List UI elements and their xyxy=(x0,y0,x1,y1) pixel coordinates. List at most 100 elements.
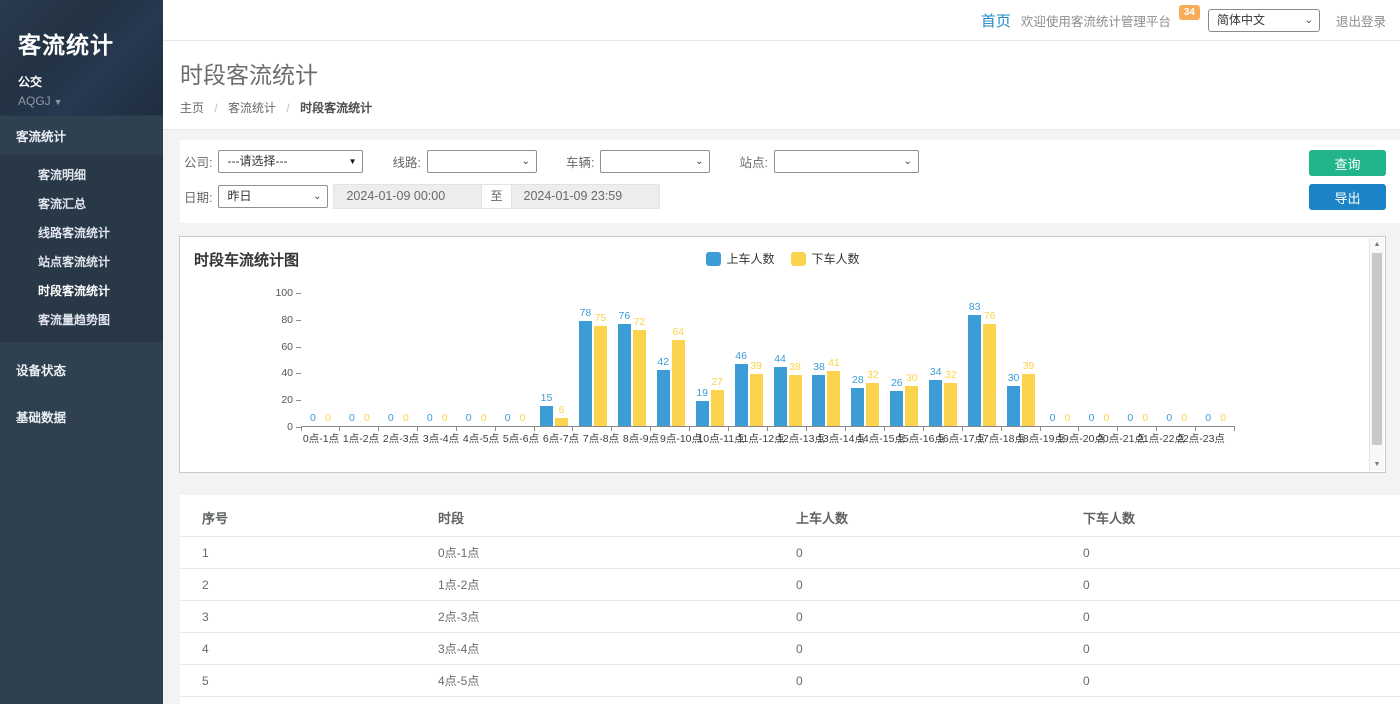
sidebar-item-passenger-detail[interactable]: 客流明细 xyxy=(0,160,163,189)
bar-boarding xyxy=(812,375,825,426)
breadcrumb: 主页 / 客流统计 / 时段客流统计 xyxy=(180,99,1400,116)
date-preset-value: 昨日 xyxy=(227,189,251,203)
x-axis-label: 9点-10点 xyxy=(661,431,701,445)
bar-boarding xyxy=(890,391,903,426)
sidebar-item-passenger-summary[interactable]: 客流汇总 xyxy=(0,189,163,218)
sidebar-nav: 客流统计客流明细客流汇总线路客流统计站点客流统计时段客流统计客流量趋势图设备状态… xyxy=(0,115,163,436)
table-cell: 2 xyxy=(180,569,438,601)
x-axis-label-text: 3点-4点 xyxy=(423,431,459,446)
legend-label-alighting: 下车人数 xyxy=(812,250,860,267)
sidebar-item-station-passenger-stats[interactable]: 站点客流统计 xyxy=(0,247,163,276)
export-button[interactable]: 导出 xyxy=(1309,184,1386,210)
bar-value-label: 76 xyxy=(976,310,1004,322)
date-to-label: 至 xyxy=(481,184,511,209)
logout-link[interactable]: 退出登录 xyxy=(1336,11,1386,30)
company-select[interactable]: ---请选择--- ▼ xyxy=(218,150,363,173)
x-axis-label: 5点-6点 xyxy=(501,431,541,445)
legend-item-alighting[interactable]: 下车人数 xyxy=(791,250,860,267)
bar-value-label: 27 xyxy=(703,376,731,388)
bar-alighting xyxy=(866,383,879,426)
vehicle-label: 车辆: xyxy=(566,152,594,171)
bar-value-label: 41 xyxy=(820,357,848,369)
bar-alighting xyxy=(905,386,918,426)
bar-boarding xyxy=(851,388,864,426)
query-button[interactable]: 查询 xyxy=(1309,150,1386,176)
language-select[interactable]: 简体中文 ⌄ xyxy=(1208,9,1320,32)
station-select[interactable]: ⌄ xyxy=(774,150,919,173)
sidebar-item-base-data[interactable]: 基础数据 xyxy=(0,397,163,436)
scroll-up-icon[interactable]: ▲ xyxy=(1370,241,1384,248)
chart-bar-group: 2630 xyxy=(885,293,924,426)
chart-bar-group: 3432 xyxy=(924,293,963,426)
x-axis-label: 11点-12点 xyxy=(741,431,781,445)
table-cell: 0 xyxy=(796,601,1083,633)
table-cell: 0点-1点 xyxy=(438,537,796,569)
org-name: 公交 xyxy=(18,73,163,90)
sidebar-item-passenger-stats[interactable]: 客流统计 xyxy=(0,115,163,155)
breadcrumb-separator: / xyxy=(286,101,289,115)
sidebar-submenu-passenger-stats: 客流明细客流汇总线路客流统计站点客流统计时段客流统计客流量趋势图 xyxy=(0,155,163,342)
x-axis-label: 17点-18点 xyxy=(981,431,1021,445)
table-cell: 0 xyxy=(796,537,1083,569)
y-axis-label: 0 xyxy=(255,421,293,433)
bar-alighting xyxy=(827,371,840,426)
date-preset-select[interactable]: 昨日 ⌄ xyxy=(218,185,328,208)
x-axis-label: 8点-9点 xyxy=(621,431,661,445)
table-cell: 1 xyxy=(180,537,438,569)
table-row: 65点-6点00 xyxy=(180,697,1400,704)
period-stats-table: 序号 时段 上车人数 下车人数 10点-1点0021点-2点0032点-3点00… xyxy=(180,499,1400,704)
legend-item-boarding[interactable]: 上车人数 xyxy=(705,250,774,267)
bar-alighting xyxy=(750,374,763,426)
home-link[interactable]: 首页 xyxy=(981,10,1011,31)
x-axis-label: 10点-11点 xyxy=(701,431,741,445)
table-cell: 4点-5点 xyxy=(438,665,796,697)
vehicle-select[interactable]: ⌄ xyxy=(600,150,710,173)
x-axis-label-text: 7点-8点 xyxy=(583,431,619,446)
y-axis-label: 100 xyxy=(255,287,293,299)
bar-value-label: 32 xyxy=(937,369,965,381)
x-axis-label: 15点-16点 xyxy=(901,431,941,445)
x-axis-label: 23点-24点 xyxy=(1221,431,1261,445)
chart-bar-group: 3039 xyxy=(1002,293,1041,426)
sidebar-item-passenger-trend-chart[interactable]: 客流量趋势图 xyxy=(0,305,163,334)
x-axis-label: 16点-17点 xyxy=(941,431,981,445)
table-cell: 0 xyxy=(796,665,1083,697)
start-datetime-input[interactable]: 2024-01-09 00:00 xyxy=(333,184,482,209)
table-cell: 5点-6点 xyxy=(438,697,796,704)
line-select[interactable]: ⌄ xyxy=(427,150,537,173)
legend-swatch-alighting xyxy=(791,252,806,266)
scroll-down-icon[interactable]: ▼ xyxy=(1370,461,1384,468)
table-cell: 0 xyxy=(796,633,1083,665)
x-axis-label: 7点-8点 xyxy=(581,431,621,445)
user-menu[interactable]: AQGJ▼ xyxy=(18,94,163,108)
bar-alighting xyxy=(633,330,646,426)
table-cell: 0 xyxy=(1083,665,1400,697)
date-label: 日期: xyxy=(184,187,212,206)
x-axis-label: 12点-13点 xyxy=(781,431,821,445)
chart-bar-group: 1927 xyxy=(690,293,729,426)
breadcrumb-home[interactable]: 主页 xyxy=(180,101,204,115)
table-row: 10点-1点00 xyxy=(180,537,1400,569)
breadcrumb-separator: / xyxy=(214,101,217,115)
x-axis-label-text: 4点-5点 xyxy=(463,431,499,446)
x-axis-label-text: 2点-3点 xyxy=(383,431,419,446)
end-datetime-input[interactable]: 2024-01-09 23:59 xyxy=(511,184,660,209)
sidebar-item-period-passenger-stats[interactable]: 时段客流统计 xyxy=(0,276,163,305)
table-cell: 4 xyxy=(180,633,438,665)
x-axis-label-text: 9点-10点 xyxy=(660,431,702,446)
chart-bar-group: 00 xyxy=(457,293,496,426)
y-axis-label: 40 xyxy=(255,367,293,379)
x-axis-label-text: 5点-6点 xyxy=(503,431,539,446)
app-title: 客流统计 xyxy=(18,26,163,60)
bar-alighting xyxy=(944,383,957,426)
chart-scrollbar[interactable]: ▲ ▼ xyxy=(1369,238,1384,471)
sidebar: 客流统计 公交 AQGJ▼ 客流统计客流明细客流汇总线路客流统计站点客流统计时段… xyxy=(0,0,163,704)
page-heading: 时段客流统计 主页 / 客流统计 / 时段客流统计 xyxy=(163,41,1400,130)
bar-boarding xyxy=(929,380,942,426)
chart-legend: 上车人数 下车人数 xyxy=(705,250,859,267)
sidebar-item-line-passenger-stats[interactable]: 线路客流统计 xyxy=(0,218,163,247)
chevron-down-icon: ⌄ xyxy=(1305,10,1313,31)
breadcrumb-passenger-stats[interactable]: 客流统计 xyxy=(228,101,276,115)
scrollbar-thumb[interactable] xyxy=(1372,253,1382,445)
sidebar-item-device-status[interactable]: 设备状态 xyxy=(0,350,163,389)
